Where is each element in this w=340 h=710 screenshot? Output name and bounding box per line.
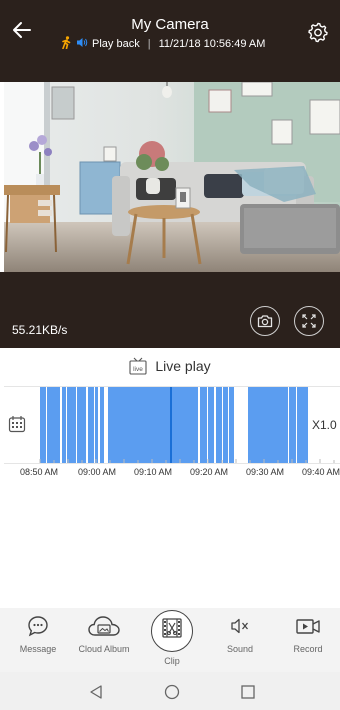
live-play-label: Live play bbox=[155, 358, 211, 374]
settings-button[interactable] bbox=[306, 20, 330, 44]
clip-label: Clip bbox=[164, 656, 180, 666]
sound-button[interactable]: Sound bbox=[208, 614, 272, 654]
timeline-label: 09:30 AM bbox=[246, 467, 285, 477]
living-room-image bbox=[4, 82, 340, 272]
snapshot-button[interactable] bbox=[250, 306, 280, 336]
separator: | bbox=[147, 38, 151, 50]
fullscreen-icon bbox=[302, 314, 316, 328]
speaker-icon bbox=[76, 37, 88, 51]
clip-circle bbox=[151, 610, 193, 652]
camera-icon bbox=[257, 315, 273, 328]
timeline-label: 09:20 AM bbox=[190, 467, 229, 477]
circle-home-icon bbox=[164, 684, 180, 700]
cloud-album-label: Cloud Album bbox=[78, 644, 130, 654]
clip-button[interactable]: Clip bbox=[140, 610, 204, 666]
square-recents-icon bbox=[241, 685, 255, 699]
camera-title: My Camera bbox=[131, 16, 209, 33]
nav-back-button[interactable] bbox=[88, 684, 104, 705]
timeline-label: 09:40 AM bbox=[302, 467, 340, 477]
bitrate-readout: 55.21KB/s bbox=[12, 323, 68, 337]
mode-label: Play back bbox=[92, 38, 140, 50]
cloud-album-icon bbox=[88, 616, 120, 636]
cloud-album-button[interactable]: Cloud Album bbox=[72, 614, 136, 654]
video-camera-icon bbox=[296, 619, 320, 634]
sound-label: Sound bbox=[226, 644, 254, 654]
playback-speed[interactable]: X1.0 bbox=[312, 418, 337, 432]
film-scissors-icon bbox=[162, 618, 182, 638]
timeline-label: 08:50 AM bbox=[20, 467, 59, 477]
datetime: 11/21/18 10:56:49 AM bbox=[158, 38, 266, 50]
timeline-label: 09:10 AM bbox=[134, 467, 173, 477]
record-button[interactable]: Record bbox=[276, 614, 340, 654]
camera-video-feed[interactable] bbox=[4, 82, 340, 272]
playback-timeline[interactable] bbox=[4, 386, 340, 464]
speaker-muted-icon bbox=[231, 618, 248, 634]
triangle-back-icon bbox=[90, 685, 102, 699]
record-label: Record bbox=[293, 644, 323, 654]
playhead-cursor bbox=[170, 387, 172, 463]
nav-home-button[interactable] bbox=[164, 684, 180, 705]
tv-live-icon: live bbox=[129, 357, 147, 375]
chat-bubble-icon bbox=[28, 616, 48, 637]
nav-recents-button[interactable] bbox=[240, 684, 256, 705]
gear-icon bbox=[308, 22, 328, 43]
live-play-button[interactable]: live Live play bbox=[0, 352, 340, 380]
calendar-icon bbox=[8, 416, 26, 433]
fullscreen-button[interactable] bbox=[294, 306, 324, 336]
svg-text:live: live bbox=[133, 366, 143, 373]
message-button[interactable]: Message bbox=[6, 614, 70, 654]
motion-person-icon bbox=[60, 36, 72, 52]
timeline-label: 09:00 AM bbox=[78, 467, 117, 477]
message-label: Message bbox=[19, 644, 57, 654]
calendar-button[interactable] bbox=[8, 415, 26, 433]
playback-status: Play back | 11/21/18 10:56:49 AM bbox=[60, 36, 266, 52]
